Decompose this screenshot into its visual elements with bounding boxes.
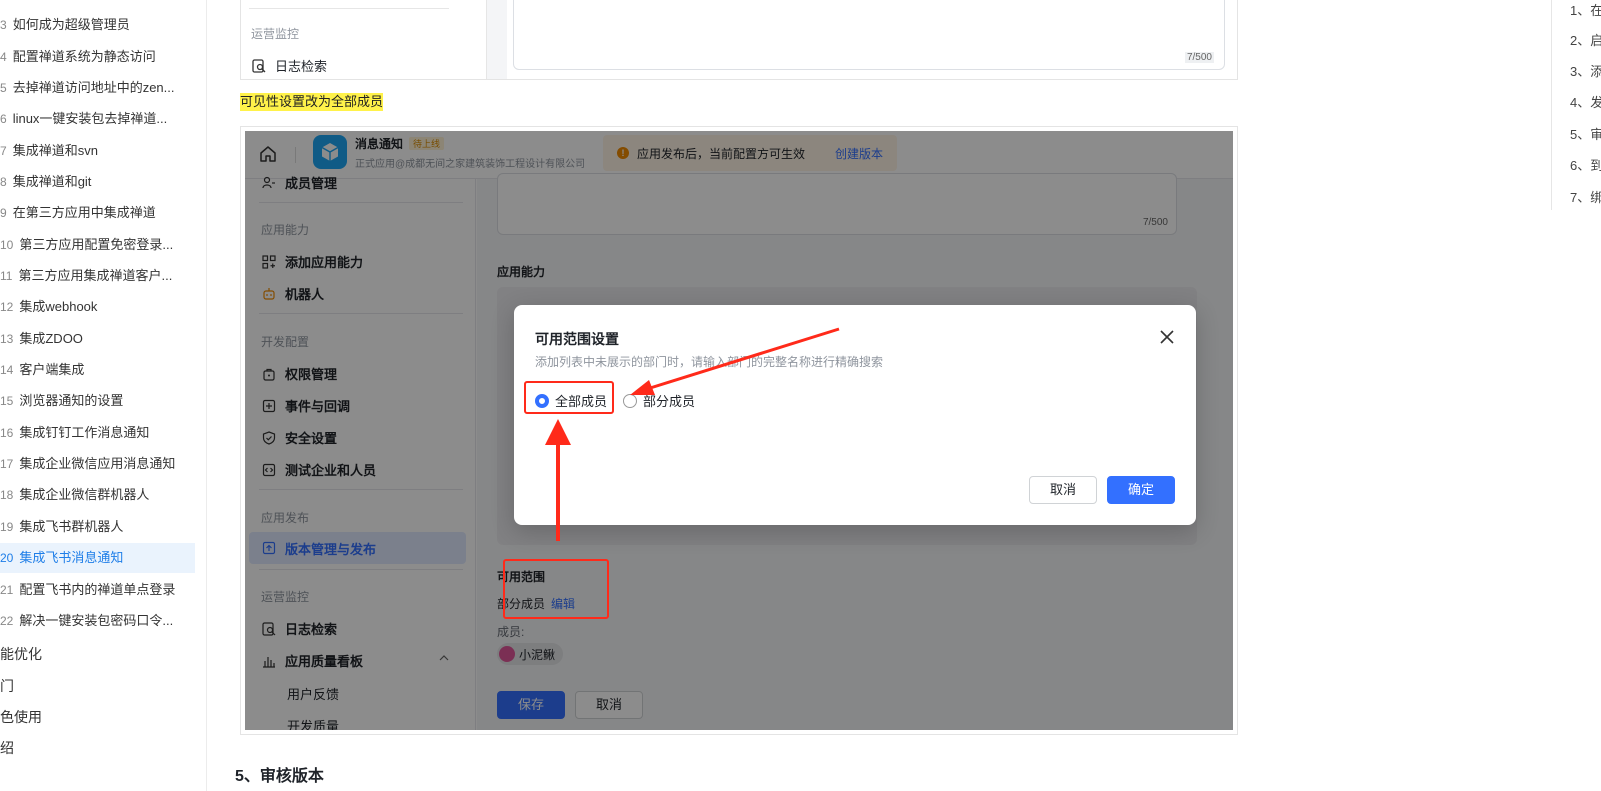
nav-item[interactable]: 14 客户端集成 bbox=[0, 355, 195, 385]
nav-item-label: 门 bbox=[0, 678, 14, 694]
screenshot-sidebar: 运营监控 日志检索 bbox=[241, 0, 486, 79]
toc-item[interactable]: 2、启 bbox=[1570, 30, 1601, 49]
annotation-box-all-members bbox=[524, 381, 614, 414]
nav-item-label: 能优化 bbox=[0, 646, 42, 662]
nav-item-label: 集成企业微信群机器人 bbox=[19, 487, 150, 502]
nav-item-label: 去掉禅道访问地址中的zen... bbox=[12, 80, 175, 95]
nav-item[interactable]: 门 bbox=[0, 671, 195, 701]
nav-item[interactable]: 21 配置飞书内的禅道单点登录 bbox=[0, 575, 195, 605]
table-of-contents: 1、在 2、启 3、添 4、发 5、审 6、到 7、绑 bbox=[1551, 0, 1601, 210]
nav-item-label: 配置飞书内的禅道单点登录 bbox=[19, 582, 176, 597]
nav-item[interactable]: 9 在第三方应用中集成禅道 bbox=[0, 198, 195, 228]
toc-item[interactable]: 5、审 bbox=[1570, 124, 1601, 143]
nav-item[interactable]: 3 如何成为超级管理员 bbox=[0, 10, 195, 40]
nav-item[interactable]: 7 集成禅道和svn bbox=[0, 136, 195, 166]
modal-confirm-button[interactable]: 确定 bbox=[1107, 476, 1175, 504]
nav-item-label: 集成飞书群机器人 bbox=[19, 519, 124, 534]
embedded-screenshot: 消息通知 待上线 正式应用@成都无间之家建筑装饰工程设计有限公司 ! 应用发布后… bbox=[240, 126, 1238, 735]
nav-item-active[interactable]: 20 集成飞书消息通知 bbox=[0, 543, 195, 573]
nav-item[interactable]: 10 第三方应用配置免密登录... bbox=[0, 230, 195, 260]
section-heading: 5、审核版本 bbox=[235, 768, 324, 785]
nav-item-label: 集成禅道和git bbox=[12, 174, 92, 189]
nav-item[interactable]: 8 集成禅道和git bbox=[0, 167, 195, 197]
nav-item[interactable]: 绍 bbox=[0, 733, 195, 763]
nav-item-label: 解决一键安装包密码口令... bbox=[19, 613, 174, 628]
nav-item-label: 色使用 bbox=[0, 709, 42, 725]
nav-item-label: 如何成为超级管理员 bbox=[12, 17, 130, 32]
nav-item-label: 集成钉钉工作消息通知 bbox=[19, 425, 150, 440]
nav-item[interactable]: 19 集成飞书群机器人 bbox=[0, 512, 195, 542]
nav-item[interactable]: 11 第三方应用集成禅道客户... bbox=[0, 261, 195, 291]
nav-item-label: linux一键安装包去掉禅道... bbox=[12, 111, 168, 126]
nav-item-label: 浏览器通知的设置 bbox=[19, 393, 124, 408]
modal-cancel-button[interactable]: 取消 bbox=[1029, 476, 1097, 504]
nav-item[interactable]: 13 集成ZDOO bbox=[0, 324, 195, 354]
nav-item-label: 绍 bbox=[0, 740, 14, 756]
nav-item[interactable]: 5 去掉禅道访问地址中的zen... bbox=[0, 73, 195, 103]
nav-item-label: 客户端集成 bbox=[19, 362, 85, 377]
radio-partial-members[interactable]: 部分成员 bbox=[623, 391, 695, 410]
nav-item-label: 在第三方应用中集成禅道 bbox=[12, 205, 156, 220]
nav-item-label: 集成企业微信应用消息通知 bbox=[19, 456, 176, 471]
radio-unchecked-icon bbox=[623, 393, 637, 408]
divider bbox=[249, 8, 449, 9]
log-search-item: 日志检索 bbox=[251, 56, 327, 75]
close-icon[interactable] bbox=[1157, 327, 1177, 347]
radio-label: 部分成员 bbox=[643, 394, 696, 409]
nav-item[interactable]: 16 集成钉钉工作消息通知 bbox=[0, 418, 195, 448]
highlighted-instruction: 可见性设置改为全部成员 bbox=[240, 93, 384, 111]
nav-item[interactable]: 18 集成企业微信群机器人 bbox=[0, 480, 195, 510]
nav-item[interactable]: 12 集成webhook bbox=[0, 292, 195, 322]
nav-item-label: 集成飞书消息通知 bbox=[19, 550, 124, 565]
nav-item-label: 集成ZDOO bbox=[19, 331, 83, 346]
char-counter: 7/500 bbox=[1184, 52, 1214, 63]
annotation-box-scope bbox=[503, 559, 609, 619]
nav-item-label: 集成webhook bbox=[19, 299, 98, 314]
modal-title: 可用范围设置 bbox=[535, 331, 619, 347]
nav-item[interactable]: 15 浏览器通知的设置 bbox=[0, 386, 195, 416]
previous-screenshot: 运营监控 日志检索 7/500 bbox=[240, 0, 1238, 80]
nav-item[interactable]: 色使用 bbox=[0, 702, 195, 732]
log-search-label: 日志检索 bbox=[275, 59, 328, 74]
toc-item[interactable]: 1、在 bbox=[1570, 0, 1601, 19]
nav-item-label: 配置禅道系统为静态访问 bbox=[12, 49, 156, 64]
nav-item-label: 第三方应用配置免密登录... bbox=[19, 237, 174, 252]
nav-item[interactable]: 6 linux一键安装包去掉禅道... bbox=[0, 104, 195, 134]
nav-item-label: 第三方应用集成禅道客户... bbox=[18, 268, 173, 283]
modal-description: 添加列表中未展示的部门时，请输入部门的完整名称进行精确搜索 bbox=[535, 355, 884, 369]
nav-item[interactable]: 22 解决一键安装包密码口令... bbox=[0, 606, 195, 636]
section-label: 运营监控 bbox=[251, 27, 300, 41]
nav-item[interactable]: 能优化 bbox=[0, 639, 195, 669]
toc-item[interactable]: 7、绑 bbox=[1570, 187, 1601, 206]
toc-item[interactable]: 3、添 bbox=[1570, 61, 1601, 80]
description-textarea: 7/500 bbox=[513, 0, 1225, 70]
gutter bbox=[487, 0, 507, 79]
nav-item-label: 集成禅道和svn bbox=[12, 143, 98, 158]
left-navigation: 3 如何成为超级管理员 4 配置禅道系统为静态访问 5 去掉禅道访问地址中的zen..… bbox=[0, 0, 207, 791]
nav-item[interactable]: 4 配置禅道系统为静态访问 bbox=[0, 42, 195, 72]
toc-item[interactable]: 4、发 bbox=[1570, 92, 1601, 111]
log-search-icon bbox=[251, 58, 267, 74]
toc-item[interactable]: 6、到 bbox=[1570, 155, 1601, 174]
scope-settings-modal: 可用范围设置 添加列表中未展示的部门时，请输入部门的完整名称进行精确搜索 全部成… bbox=[514, 305, 1196, 525]
screenshot-canvas: 消息通知 待上线 正式应用@成都无间之家建筑装饰工程设计有限公司 ! 应用发布后… bbox=[245, 131, 1233, 730]
nav-item[interactable]: 17 集成企业微信应用消息通知 bbox=[0, 449, 195, 479]
